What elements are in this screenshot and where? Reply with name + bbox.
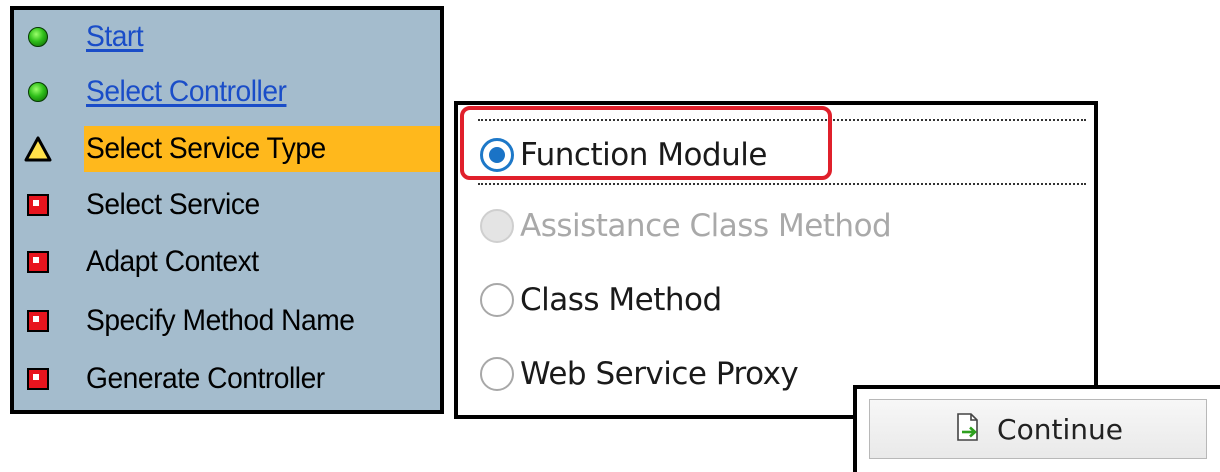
option-web-service-proxy-label: Web Service Proxy bbox=[520, 356, 799, 392]
option-class-method-label: Class Method bbox=[520, 282, 722, 318]
step-select-service-label: Select Service bbox=[86, 188, 260, 221]
option-assistance-class-method-label: Assistance Class Method bbox=[520, 208, 892, 244]
step-select-service-type-label: Select Service Type bbox=[86, 132, 326, 165]
option-class-method[interactable]: Class Method bbox=[480, 277, 722, 323]
continue-doc-arrow-icon bbox=[953, 412, 983, 447]
option-web-service-proxy[interactable]: Web Service Proxy bbox=[480, 351, 799, 397]
step-select-service: Select Service bbox=[14, 178, 440, 232]
green-dot-icon bbox=[24, 78, 52, 106]
option-assistance-class-method: Assistance Class Method bbox=[480, 203, 892, 249]
wizard-roadmap: Start Select Controller Select Service T… bbox=[10, 6, 444, 414]
step-select-controller[interactable]: Select Controller bbox=[14, 65, 440, 119]
red-square-icon bbox=[24, 365, 52, 393]
step-specify-method-name-label: Specify Method Name bbox=[86, 304, 355, 337]
step-select-service-type: Select Service Type bbox=[14, 122, 440, 176]
warning-triangle-icon bbox=[24, 135, 52, 163]
radio-unselected-icon[interactable] bbox=[480, 283, 514, 317]
step-start-label[interactable]: Start bbox=[86, 20, 144, 54]
step-adapt-context: Adapt Context bbox=[14, 235, 440, 289]
step-generate-controller: Generate Controller bbox=[14, 352, 440, 406]
step-generate-controller-label: Generate Controller bbox=[86, 362, 325, 395]
green-dot-icon bbox=[24, 23, 52, 51]
continue-label: Continue bbox=[997, 412, 1123, 446]
red-square-icon bbox=[24, 307, 52, 335]
step-select-controller-label[interactable]: Select Controller bbox=[86, 75, 287, 109]
step-specify-method-name: Specify Method Name bbox=[14, 294, 440, 348]
radio-disabled-icon bbox=[480, 209, 514, 243]
continue-button[interactable]: Continue bbox=[869, 399, 1207, 459]
footer-toolbar: Continue bbox=[853, 385, 1220, 472]
step-adapt-context-label: Adapt Context bbox=[86, 245, 259, 278]
red-square-icon bbox=[24, 191, 52, 219]
callout-highlight bbox=[460, 106, 832, 180]
step-start[interactable]: Start bbox=[14, 10, 440, 64]
radio-unselected-icon[interactable] bbox=[480, 357, 514, 391]
red-square-icon bbox=[24, 248, 52, 276]
